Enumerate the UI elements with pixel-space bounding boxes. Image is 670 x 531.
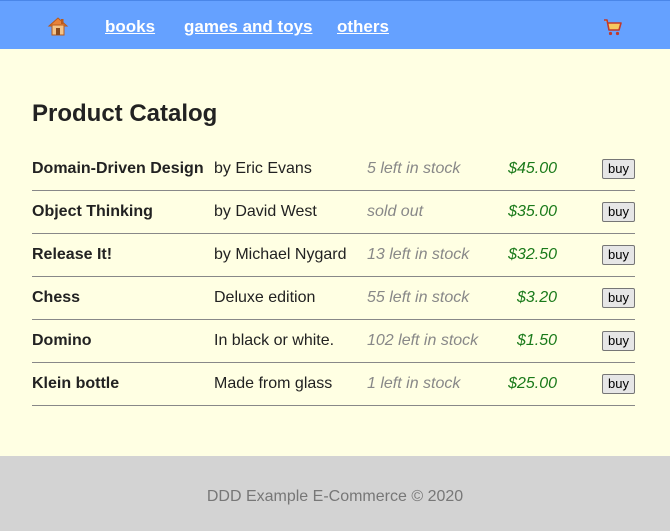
buy-cell: buy xyxy=(557,362,635,406)
top-navigation: books games and toys others xyxy=(0,0,670,49)
buy-button[interactable]: buy xyxy=(602,159,635,179)
product-stock: 1 left in stock xyxy=(367,362,488,406)
product-description: by Eric Evans xyxy=(214,148,367,191)
buy-cell: buy xyxy=(557,233,635,277)
page-title: Product Catalog xyxy=(32,100,218,127)
product-row: Release It! by Michael Nygard 13 left in… xyxy=(32,233,635,277)
product-price: $35.00 xyxy=(488,190,557,234)
product-price: $3.20 xyxy=(488,276,557,320)
buy-cell: buy xyxy=(557,319,635,363)
product-title: Object Thinking xyxy=(32,190,214,234)
buy-button[interactable]: buy xyxy=(602,202,635,222)
product-row: Domino In black or white. 102 left in st… xyxy=(32,319,635,363)
product-description: Deluxe edition xyxy=(214,276,367,320)
buy-button[interactable]: buy xyxy=(602,374,635,394)
footer-text: DDD Example E-Commerce © 2020 xyxy=(206,488,464,505)
shopping-cart-icon[interactable] xyxy=(603,17,623,37)
product-row: Object Thinking by David West sold out $… xyxy=(32,190,635,234)
product-price: $45.00 xyxy=(488,148,557,191)
product-table: Domain-Driven Design by Eric Evans 5 lef… xyxy=(32,148,635,406)
product-row: Klein bottle Made from glass 1 left in s… xyxy=(32,362,635,406)
footer: DDD Example E-Commerce © 2020 xyxy=(0,456,670,531)
buy-cell: buy xyxy=(557,190,635,234)
product-description: by Michael Nygard xyxy=(214,233,367,277)
product-stock: 55 left in stock xyxy=(367,276,488,320)
product-title: Domino xyxy=(32,319,214,363)
product-description: Made from glass xyxy=(214,362,367,406)
buy-button[interactable]: buy xyxy=(602,245,635,265)
nav-link-games-and-toys[interactable]: games and toys xyxy=(184,17,313,37)
product-title: Chess xyxy=(32,276,214,320)
product-row: Domain-Driven Design by Eric Evans 5 lef… xyxy=(32,148,635,191)
nav-link-books[interactable]: books xyxy=(105,17,155,37)
buy-cell: buy xyxy=(557,276,635,320)
product-title: Domain-Driven Design xyxy=(32,148,214,191)
product-price: $25.00 xyxy=(488,362,557,406)
product-stock: 13 left in stock xyxy=(367,233,488,277)
product-stock: 5 left in stock xyxy=(367,148,488,191)
product-stock: 102 left in stock xyxy=(367,319,488,363)
house-icon[interactable] xyxy=(47,15,69,37)
product-description: In black or white. xyxy=(214,319,367,363)
product-row: Chess Deluxe edition 55 left in stock $3… xyxy=(32,276,635,320)
product-price: $32.50 xyxy=(488,233,557,277)
product-title: Klein bottle xyxy=(32,362,214,406)
product-description: by David West xyxy=(214,190,367,234)
buy-cell: buy xyxy=(557,148,635,191)
buy-button[interactable]: buy xyxy=(602,331,635,351)
product-price: $1.50 xyxy=(488,319,557,363)
buy-button[interactable]: buy xyxy=(602,288,635,308)
nav-link-others[interactable]: others xyxy=(337,17,389,37)
product-title: Release It! xyxy=(32,233,214,277)
product-stock: sold out xyxy=(367,190,488,234)
